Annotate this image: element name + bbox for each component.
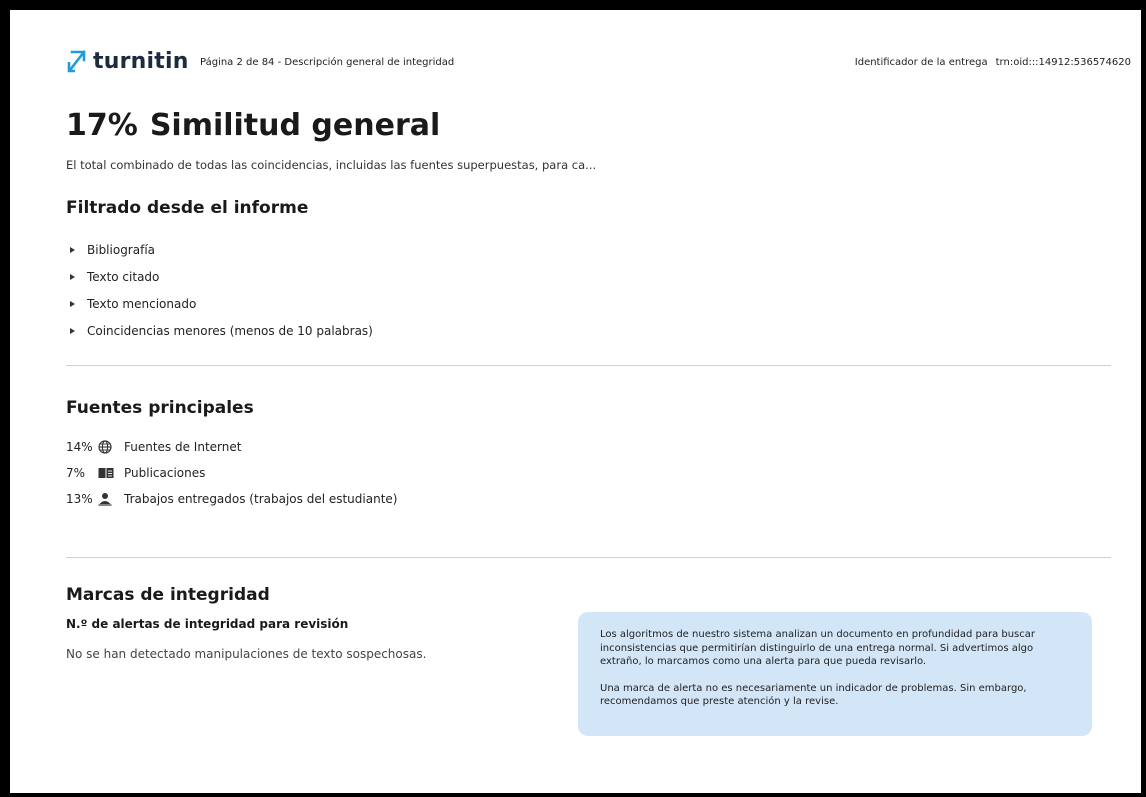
person-icon [98,491,120,507]
filter-item-quoted-text[interactable]: Texto citado [68,263,373,290]
source-label: Publicaciones [124,466,206,480]
similarity-title: Similitud general [149,108,441,143]
source-row-submitted-works: 13% Trabajos entregados (trabajos del es… [66,486,397,512]
source-label: Trabajos entregados (trabajos del estudi… [124,492,398,506]
caret-right-icon [70,273,75,280]
similarity-description: El total combinado de todas las coincide… [66,158,597,172]
section-divider [66,557,1111,558]
alerts-label: N.º de alertas de integridad para revisi… [66,617,349,631]
report-page: turnitin Página 2 de 84 - Descripción ge… [10,10,1141,793]
section-divider [66,365,1111,366]
source-row-publications: 7% Publicaciones [66,460,397,486]
book-icon [98,465,120,481]
filter-label: Bibliografía [87,242,156,257]
logo-text: turnitin [93,48,189,74]
filters-list: Bibliografía Texto citado Texto menciona… [68,236,373,344]
turnitin-logo: turnitin [65,48,189,74]
sources-list: 14% Fuentes de Internet 7% Publicaciones… [66,434,397,512]
filter-label: Texto citado [87,269,160,284]
submission-id-area: Identificador de la entrega trn:oid:::149… [855,57,1131,68]
source-percent: 14% [66,440,93,454]
sources-heading: Fuentes principales [66,398,254,418]
filters-heading: Filtrado desde el informe [66,198,309,218]
integrity-info-box: Los algoritmos de nuestro sistema analiz… [578,612,1092,736]
caret-right-icon [70,300,75,307]
page-header: turnitin Página 2 de 84 - Descripción ge… [65,48,1131,78]
info-paragraph: Una marca de alerta no es necesariamente… [600,682,1027,708]
caret-right-icon [70,327,75,334]
globe-icon [98,439,120,455]
filter-item-bibliography[interactable]: Bibliografía [68,236,373,263]
filter-label: Coincidencias menores (menos de 10 palab… [87,323,373,338]
integrity-heading: Marcas de integridad [66,585,270,605]
filter-item-small-matches[interactable]: Coincidencias menores (menos de 10 palab… [68,317,373,344]
source-percent: 7% [66,466,86,480]
source-row-internet: 14% Fuentes de Internet [66,434,397,460]
submission-id: trn:oid:::14912:536574620 [995,57,1131,68]
page-info: Página 2 de 84 - Descripción general de … [200,57,455,68]
filter-label: Texto mencionado [87,296,197,311]
source-percent: 13% [66,492,93,506]
submission-label: Identificador de la entrega [854,57,988,68]
info-paragraph: Los algoritmos de nuestro sistema analiz… [600,629,1036,667]
page-title: 17% Similitud general [66,108,440,143]
filter-item-cited-text[interactable]: Texto mencionado [68,290,373,317]
source-label: Fuentes de Internet [124,440,242,454]
caret-right-icon [70,246,75,253]
integrity-status: No se han detectado manipulaciones de te… [66,647,427,661]
turnitin-logo-icon [67,50,86,73]
similarity-percent: 17% [66,108,138,143]
